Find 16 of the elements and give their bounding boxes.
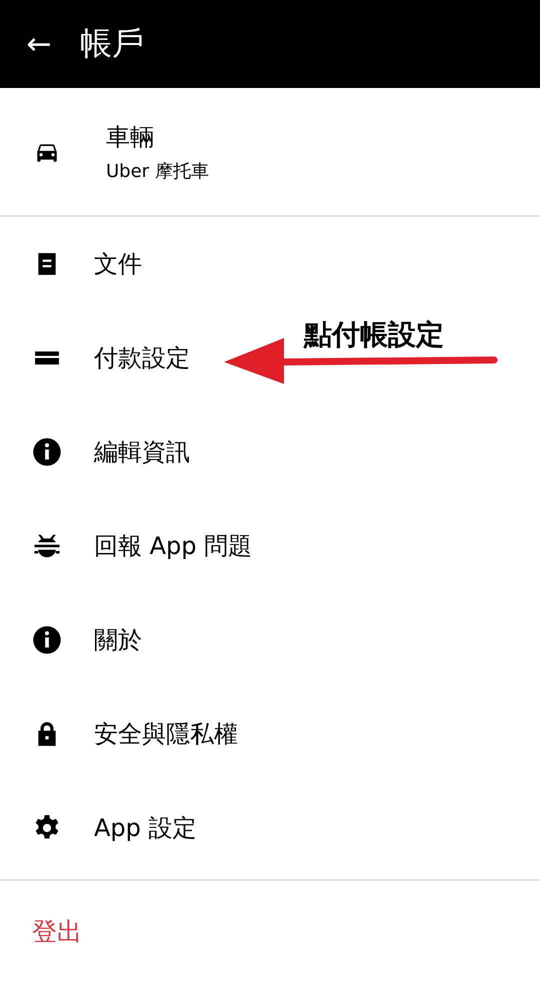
back-button[interactable]: ← <box>24 26 54 62</box>
menu-item[interactable]: 安全與隱私權 <box>94 718 238 750</box>
logout-link[interactable]: 登出 <box>32 914 82 948</box>
annotation-text: 點付帳設定 <box>304 317 444 353</box>
vehicle-subtitle: Uber 摩托車 <box>106 160 209 182</box>
page-title: 帳戶 <box>80 23 144 64</box>
vehicle-title: 車輛 <box>106 122 155 152</box>
info-icon <box>32 437 62 467</box>
menu-item[interactable]: 付款設定 <box>94 342 190 374</box>
info-icon <box>32 625 62 655</box>
vehicle-row[interactable]: 車輛 Uber 摩托車 <box>0 88 540 217</box>
menu-item[interactable]: 關於 <box>94 624 142 656</box>
menu-item[interactable]: 文件 <box>94 248 142 280</box>
menu-item[interactable]: 回報 App 問題 <box>94 530 252 562</box>
menu-item[interactable]: App 設定 <box>94 812 197 844</box>
menu-item[interactable]: 編輯資訊 <box>94 436 190 468</box>
